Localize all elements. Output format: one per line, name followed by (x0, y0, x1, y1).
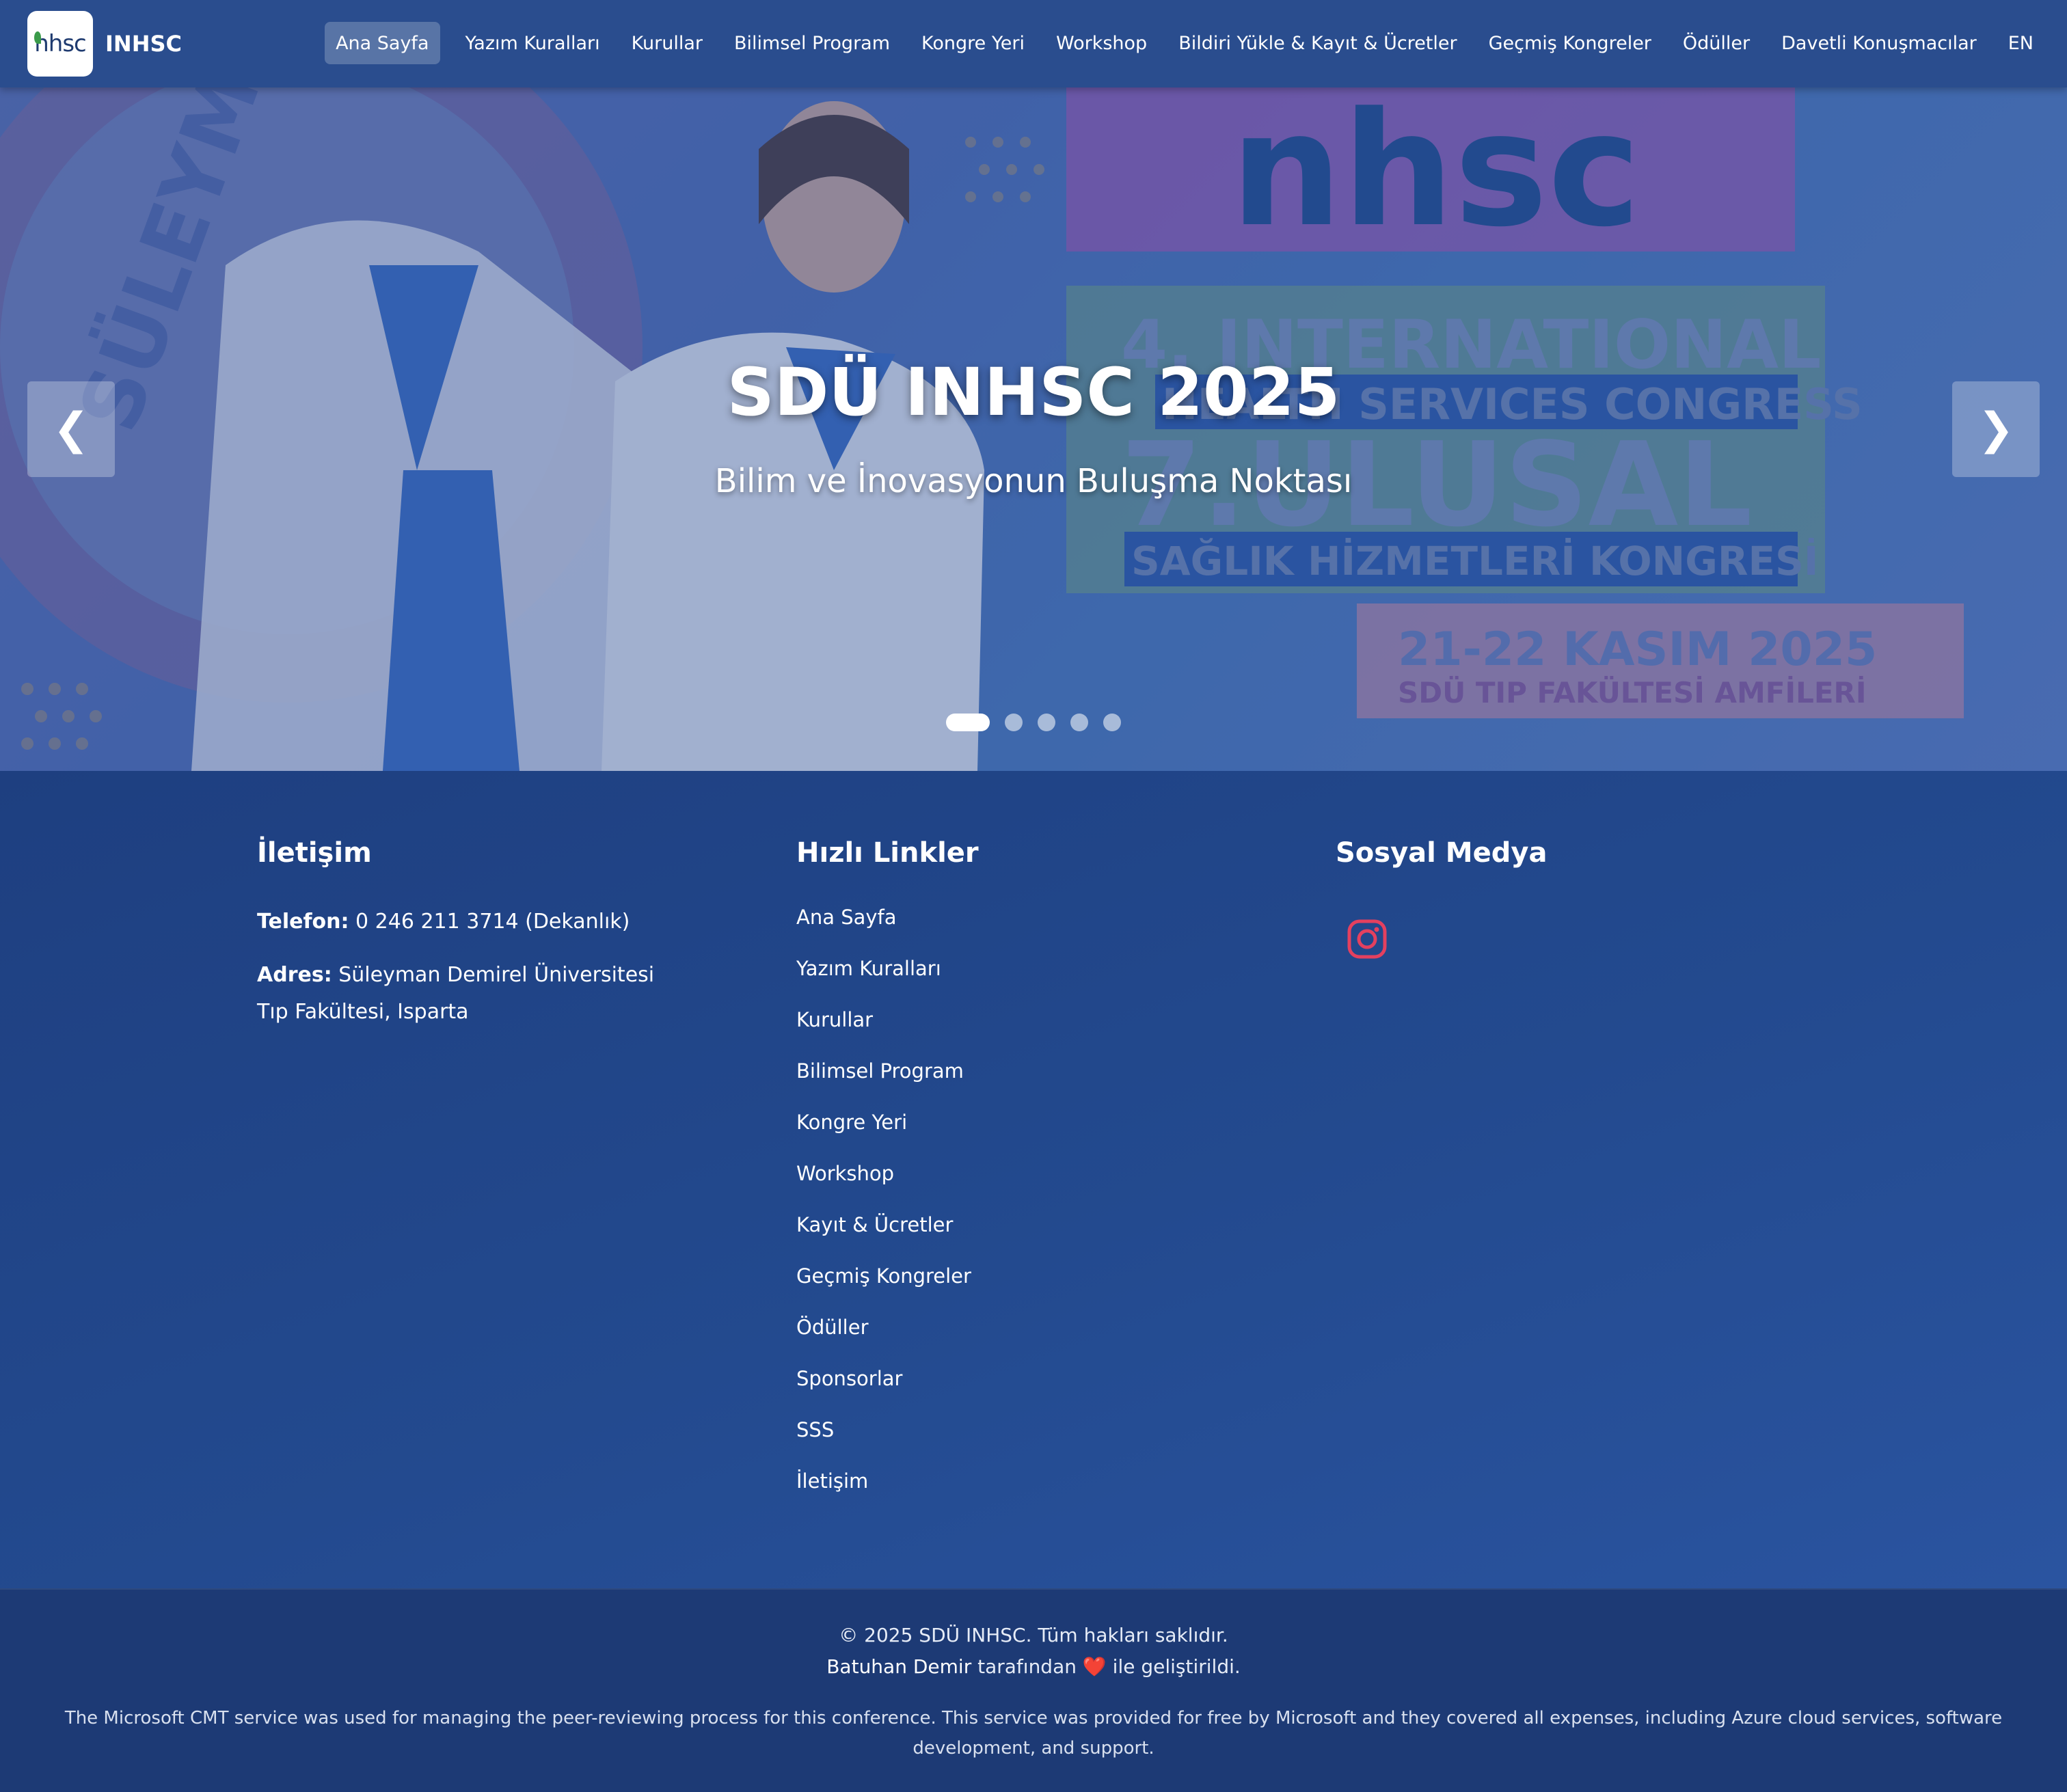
carousel-prev-button[interactable]: ❮ (27, 381, 115, 477)
footer-link-kurullar[interactable]: Kurullar (796, 1006, 1275, 1057)
credit-line: Batuhan Demir tarafından ❤️ ile geliştir… (0, 1655, 2067, 1678)
footer-link-gecmis-kongreler[interactable]: Geçmiş Kongreler (796, 1262, 1275, 1314)
carousel-dot-1[interactable] (946, 714, 990, 731)
nav-item-oduller[interactable]: Ödüller (1667, 22, 1766, 64)
footer-link-oduller[interactable]: Ödüller (796, 1314, 1275, 1365)
footer-bottom: © 2025 SDÜ INHSC. Tüm hakları saklıdır. … (0, 1588, 2067, 1792)
brand-name[interactable]: INHSC (105, 31, 182, 57)
instagram-icon[interactable] (1347, 919, 1388, 960)
heart-icon: ❤️ (1082, 1655, 1107, 1678)
carousel-dot-4[interactable] (1070, 714, 1088, 731)
credit-end-text: ile geliştirildi. (1106, 1655, 1241, 1678)
address-line-1: Süleyman Demirel Üniversitesi (338, 963, 655, 987)
nav-item-davetli-konusmacilar[interactable]: Davetli Konuşmacılar (1766, 22, 1992, 64)
chevron-left-icon: ❮ (53, 404, 90, 454)
copyright-text: © 2025 SDÜ INHSC. Tüm hakları saklıdır. (839, 1624, 1228, 1646)
language-toggle[interactable]: EN (1992, 22, 2049, 64)
carousel-dot-2[interactable] (1005, 714, 1023, 731)
hero-title: SDÜ INHSC 2025 (727, 354, 1340, 431)
phone-value: 0 246 211 3714 (Dekanlık) (355, 910, 630, 934)
navbar: nhsc INHSC Ana Sayfa Yazım Kuralları Kur… (0, 0, 2067, 87)
cmt-notice: The Microsoft CMT service was used for m… (64, 1708, 2003, 1759)
social-heading: Sosyal Medya (1336, 837, 1548, 869)
nav-item-kurullar[interactable]: Kurullar (616, 22, 718, 64)
footer-link-sponsorlar[interactable]: Sponsorlar (796, 1365, 1275, 1416)
credit-author-link[interactable]: Batuhan Demir (826, 1655, 971, 1678)
footer-link-kongre-yeri[interactable]: Kongre Yeri (796, 1109, 1275, 1160)
footer-quick-links: Hızlı Linkler Ana Sayfa Yazım Kuralları … (796, 834, 1275, 1519)
footer: İletişim Telefon: 0 246 211 3714 (Dekanl… (0, 771, 2067, 1588)
footer-link-sss[interactable]: SSS (796, 1416, 1275, 1467)
address-label: Adres: (257, 963, 332, 987)
footer-contact: İletişim Telefon: 0 246 211 3714 (Dekanl… (257, 834, 735, 1047)
contact-heading: İletişim (257, 837, 372, 869)
nav-item-yazim-kurallari[interactable]: Yazım Kuralları (450, 22, 616, 64)
nav-item-ana-sayfa[interactable]: Ana Sayfa (325, 22, 440, 64)
brand-logo[interactable]: nhsc (27, 11, 93, 77)
carousel-indicators (0, 714, 2067, 731)
hero-carousel: SÜLEYMAN nhsc 4. INTERNATIONAL HEALTH SE… (0, 87, 2067, 771)
brand[interactable]: nhsc INHSC (27, 11, 182, 77)
footer-link-ana-sayfa[interactable]: Ana Sayfa (796, 904, 1275, 955)
hero-subtitle: Bilim ve İnovasyonun Buluşma Noktası (714, 462, 1353, 500)
quick-links-heading: Hızlı Linkler (796, 837, 979, 869)
footer-link-kayit-ucretler[interactable]: Kayıt & Ücretler (796, 1211, 1275, 1262)
brand-logo-text: nhsc (34, 30, 87, 57)
contact-address: Adres: Süleyman Demirel Üniversitesi Tıp… (257, 957, 735, 1031)
nav-item-kongre-yeri[interactable]: Kongre Yeri (906, 22, 1040, 64)
footer-link-yazim-kurallari[interactable]: Yazım Kuralları (796, 955, 1275, 1006)
address-line-2: Tıp Fakültesi, Isparta (257, 1000, 469, 1024)
contact-phone: Telefon: 0 246 211 3714 (Dekanlık) (257, 904, 735, 940)
nav-item-bildiri-kayit[interactable]: Bildiri Yükle & Kayıt & Ücretler (1163, 22, 1472, 64)
nav-item-gecmis-kongreler[interactable]: Geçmiş Kongreler (1473, 22, 1667, 64)
footer-link-workshop[interactable]: Workshop (796, 1160, 1275, 1211)
carousel-next-button[interactable]: ❯ (1952, 381, 2040, 477)
nav-links: Ana Sayfa Yazım Kuralları Kurullar Bilim… (325, 22, 2049, 64)
leaf-icon (34, 31, 41, 44)
nav-item-workshop[interactable]: Workshop (1040, 22, 1163, 64)
footer-social: Sosyal Medya (1336, 834, 1814, 962)
credit-mid-text: tarafından (971, 1655, 1083, 1678)
carousel-dot-3[interactable] (1038, 714, 1055, 731)
footer-link-iletisim[interactable]: İletişim (796, 1467, 1275, 1519)
footer-link-bilimsel-program[interactable]: Bilimsel Program (796, 1057, 1275, 1109)
carousel-dot-5[interactable] (1103, 714, 1121, 731)
chevron-right-icon: ❯ (1977, 404, 2014, 454)
nav-item-bilimsel-program[interactable]: Bilimsel Program (718, 22, 906, 64)
phone-label: Telefon: (257, 910, 349, 934)
